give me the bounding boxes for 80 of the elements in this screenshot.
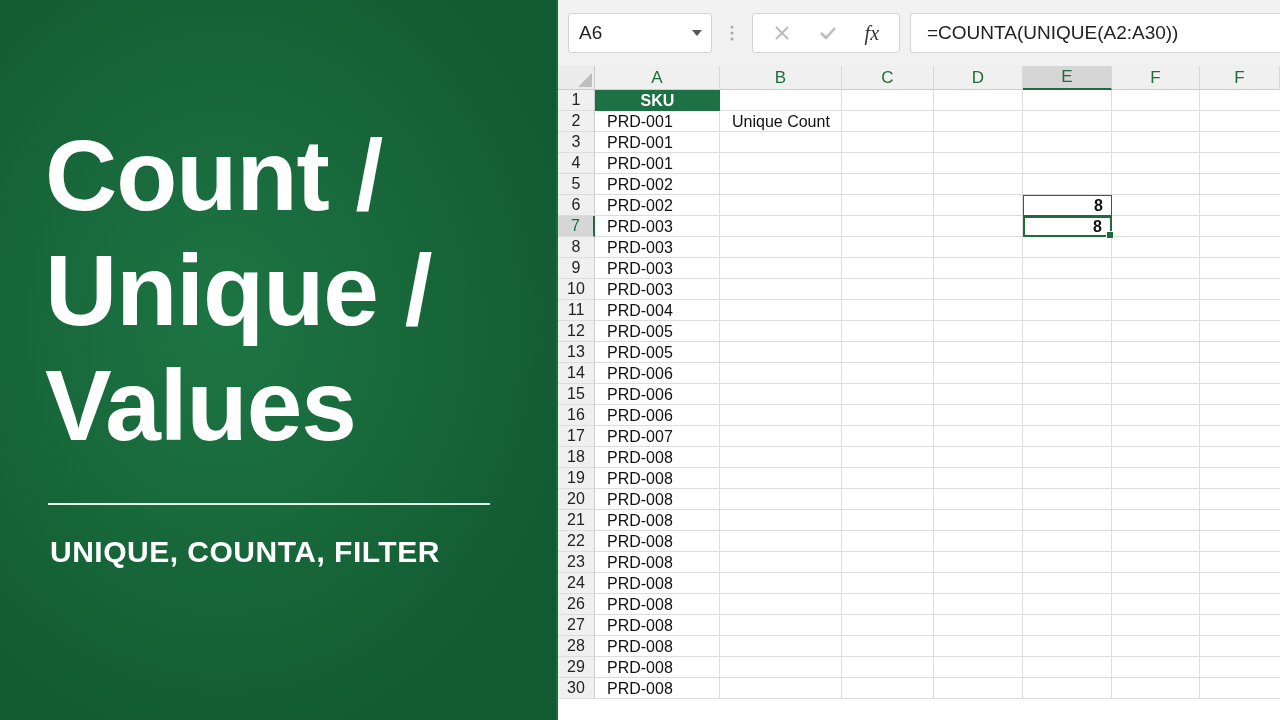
row-header[interactable]: 12: [558, 321, 595, 342]
row-header[interactable]: 28: [558, 636, 595, 657]
name-box[interactable]: A6: [568, 13, 712, 53]
table-cell[interactable]: PRD-008: [595, 552, 720, 573]
select-all-icon[interactable]: [578, 73, 592, 87]
row-header[interactable]: 2: [558, 111, 595, 132]
table-cell[interactable]: PRD-003: [595, 279, 720, 300]
table-cell[interactable]: PRD-001: [595, 132, 720, 153]
row-header[interactable]: 21: [558, 510, 595, 531]
column-header[interactable]: F: [1112, 66, 1200, 90]
column-header[interactable]: D: [934, 66, 1023, 90]
row-header[interactable]: 9: [558, 258, 595, 279]
title-line: Count /: [45, 118, 384, 233]
row-header[interactable]: 1: [558, 90, 595, 111]
row-header[interactable]: 10: [558, 279, 595, 300]
table-cell[interactable]: PRD-001: [595, 111, 720, 132]
fill-handle[interactable]: [1106, 231, 1114, 239]
row-header[interactable]: 24: [558, 573, 595, 594]
row-header[interactable]: 3: [558, 132, 595, 153]
row-header[interactable]: 14: [558, 363, 595, 384]
table-cell[interactable]: PRD-008: [595, 657, 720, 678]
table-cell[interactable]: 8: [1023, 216, 1112, 237]
table-cell[interactable]: PRD-002: [595, 195, 720, 216]
title-line: Values: [45, 348, 357, 463]
table-cell[interactable]: PRD-005: [595, 321, 720, 342]
cancel-icon[interactable]: [772, 24, 791, 42]
subtitle: UNIQUE, COUNTA, FILTER: [50, 535, 441, 569]
row-header[interactable]: 6: [558, 195, 595, 216]
table-cell[interactable]: PRD-008: [595, 573, 720, 594]
row-header[interactable]: 22: [558, 531, 595, 552]
table-cell[interactable]: PRD-005: [595, 342, 720, 363]
row-header[interactable]: 18: [558, 447, 595, 468]
row-header[interactable]: 13: [558, 342, 595, 363]
table-cell[interactable]: PRD-008: [595, 615, 720, 636]
formula-field[interactable]: =COUNTA(UNIQUE(A2:A30)): [910, 13, 1280, 53]
table-cell[interactable]: PRD-006: [595, 363, 720, 384]
table-cell[interactable]: PRD-003: [595, 237, 720, 258]
table-cell[interactable]: PRD-008: [595, 678, 720, 699]
row-header[interactable]: 20: [558, 489, 595, 510]
table-cell[interactable]: PRD-008: [595, 510, 720, 531]
row-header[interactable]: 30: [558, 678, 595, 699]
table-cell[interactable]: PRD-003: [595, 216, 720, 237]
table-cell[interactable]: PRD-002: [595, 174, 720, 195]
table-cell[interactable]: PRD-008: [595, 447, 720, 468]
column-header[interactable]: E: [1023, 66, 1112, 90]
table-cell[interactable]: PRD-001: [595, 153, 720, 174]
row-header[interactable]: 29: [558, 657, 595, 678]
table-cell[interactable]: PRD-003: [595, 258, 720, 279]
table-cell[interactable]: 8: [1023, 195, 1112, 216]
table-cell[interactable]: PRD-008: [595, 531, 720, 552]
row-header[interactable]: 17: [558, 426, 595, 447]
table-cell[interactable]: PRD-007: [595, 426, 720, 447]
grip-icon: [730, 25, 734, 41]
column-header[interactable]: C: [842, 66, 934, 90]
insert-function-button[interactable]: fx: [864, 21, 880, 45]
title-line: Unique /: [45, 233, 433, 348]
table-cell[interactable]: Unique Count: [720, 111, 842, 132]
row-header[interactable]: 4: [558, 153, 595, 174]
table-cell[interactable]: PRD-004: [595, 300, 720, 321]
row-header[interactable]: 8: [558, 237, 595, 258]
row-header[interactable]: 23: [558, 552, 595, 573]
table-cell[interactable]: PRD-008: [595, 594, 720, 615]
dropdown-icon[interactable]: [691, 29, 703, 37]
column-header[interactable]: F: [1200, 66, 1280, 90]
table-cell[interactable]: PRD-008: [595, 489, 720, 510]
row-header[interactable]: 5: [558, 174, 595, 195]
table-cell[interactable]: PRD-006: [595, 405, 720, 426]
row-header[interactable]: 16: [558, 405, 595, 426]
column-header[interactable]: B: [720, 66, 842, 90]
column-header[interactable]: A: [595, 66, 720, 90]
row-header[interactable]: 7: [558, 216, 595, 237]
table-cell[interactable]: PRD-008: [595, 468, 720, 489]
table-cell[interactable]: PRD-008: [595, 636, 720, 657]
row-header[interactable]: 15: [558, 384, 595, 405]
table-cell[interactable]: PRD-006: [595, 384, 720, 405]
row-header[interactable]: 19: [558, 468, 595, 489]
row-header[interactable]: 11: [558, 300, 595, 321]
row-header[interactable]: 27: [558, 615, 595, 636]
row-header[interactable]: 26: [558, 594, 595, 615]
header-cell[interactable]: SKU: [595, 90, 720, 111]
